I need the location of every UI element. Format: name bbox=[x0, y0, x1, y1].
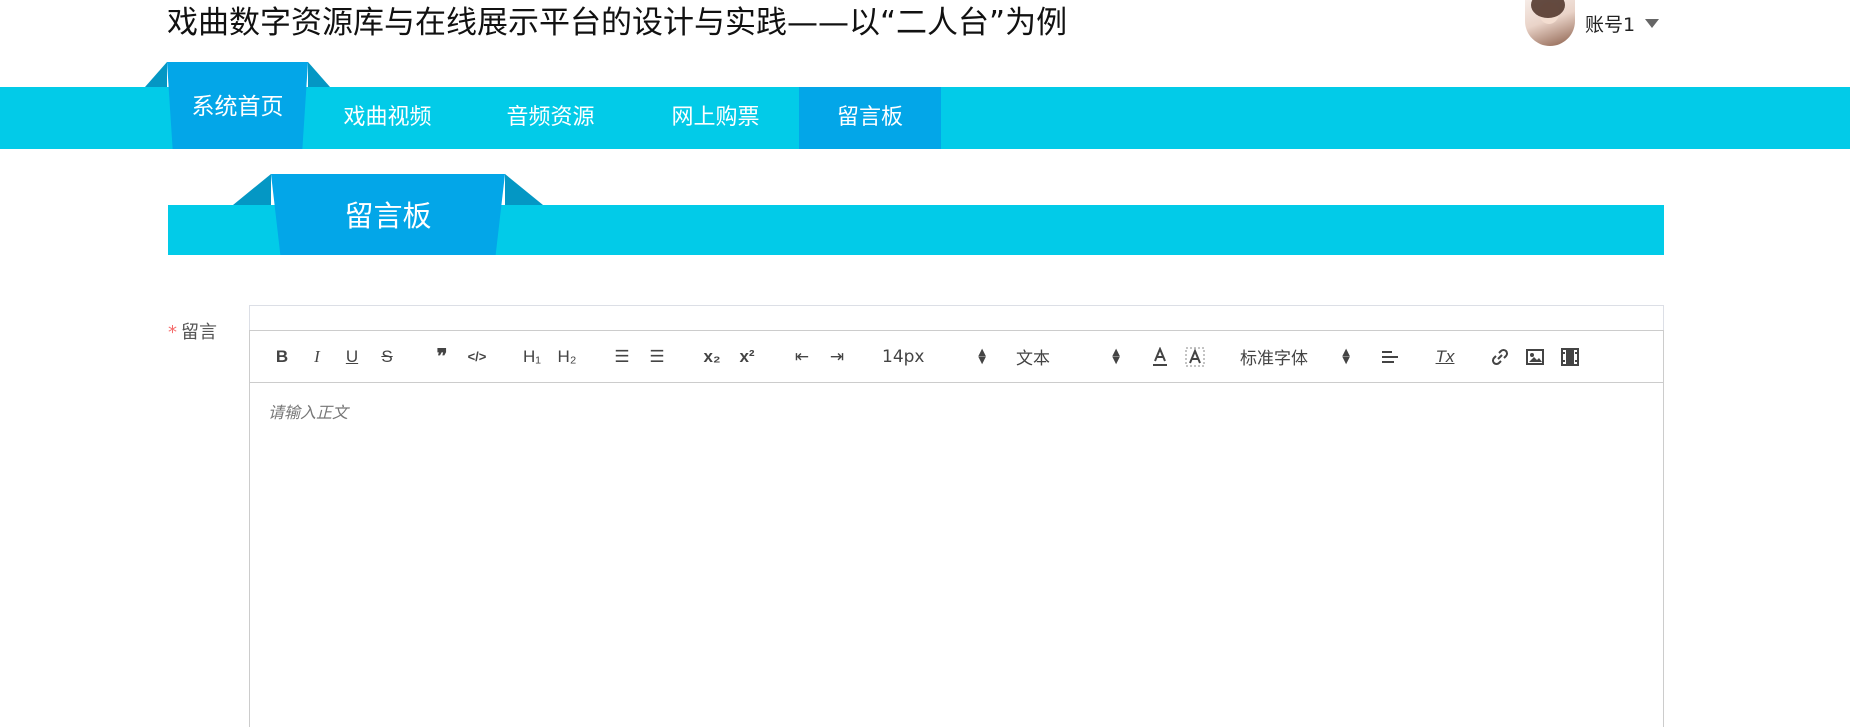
editor-top-border bbox=[249, 305, 1664, 331]
font-family-select[interactable]: 标准字体 ▲ ▼ bbox=[1236, 343, 1354, 371]
blockquote-button[interactable]: ❞ bbox=[428, 343, 456, 371]
nav-item-tickets[interactable]: 网上购票 bbox=[658, 87, 773, 149]
section-ribbon-right bbox=[505, 174, 543, 205]
select-arrows-icon: ▲ ▼ bbox=[1342, 346, 1350, 366]
user-name[interactable]: 账号1 bbox=[1585, 10, 1635, 37]
image-icon bbox=[1526, 348, 1544, 365]
video-icon bbox=[1561, 347, 1579, 366]
link-button[interactable] bbox=[1486, 343, 1514, 371]
user-menu[interactable]: 账号1 bbox=[1525, 0, 1660, 46]
align-button[interactable] bbox=[1376, 343, 1404, 371]
select-arrows-icon: ▲ ▼ bbox=[1112, 346, 1120, 366]
section-ribbon-left bbox=[233, 174, 271, 205]
site-title: 戏曲数字资源库与在线展示平台的设计与实践——以“二人台”为例 bbox=[167, 5, 1068, 41]
font-size-select[interactable]: 14px ▲ ▼ bbox=[878, 343, 990, 371]
align-left-icon bbox=[1382, 350, 1398, 363]
header-select[interactable]: 文本 ▲ ▼ bbox=[1012, 343, 1124, 371]
italic-button[interactable]: I bbox=[303, 343, 331, 371]
rich-text-editor: B I U S ❞ </> H₁ H₂ ☰ ☰ x₂ x² ⇤ ⇥ 14px ▲… bbox=[249, 330, 1664, 727]
required-mark: * bbox=[168, 322, 177, 343]
font-color-icon bbox=[1153, 346, 1167, 366]
underline-button[interactable]: U bbox=[338, 343, 366, 371]
avatar[interactable] bbox=[1525, 0, 1575, 46]
background-color-icon bbox=[1185, 347, 1205, 366]
editor-toolbar: B I U S ❞ </> H₁ H₂ ☰ ☰ x₂ x² ⇤ ⇥ 14px ▲… bbox=[250, 331, 1663, 383]
bold-button[interactable]: B bbox=[268, 343, 296, 371]
outdent-button[interactable]: ⇤ bbox=[788, 343, 816, 371]
h1-button[interactable]: H₁ bbox=[518, 343, 546, 371]
strike-button[interactable]: S bbox=[373, 343, 401, 371]
video-button[interactable] bbox=[1556, 343, 1584, 371]
indent-button[interactable]: ⇥ bbox=[823, 343, 851, 371]
editor-placeholder: 请输入正文 bbox=[268, 403, 349, 422]
page: 戏曲数字资源库与在线展示平台的设计与实践——以“二人台”为例 账号1 系统首页 … bbox=[0, 0, 1850, 727]
nav-item-message-board[interactable]: 留言板 bbox=[799, 87, 941, 149]
image-button[interactable] bbox=[1521, 343, 1549, 371]
nav-item-audio[interactable]: 音频资源 bbox=[493, 87, 608, 149]
clean-format-button[interactable]: Tx bbox=[1431, 343, 1459, 371]
nav-ribbon-right bbox=[308, 62, 330, 87]
superscript-button[interactable]: x² bbox=[733, 343, 761, 371]
code-button[interactable]: </> bbox=[463, 343, 491, 371]
header-value: 文本 bbox=[1016, 349, 1050, 369]
select-arrows-icon: ▲ ▼ bbox=[978, 346, 986, 366]
message-label: * 留言 bbox=[168, 318, 217, 344]
editor-content[interactable]: 请输入正文 bbox=[250, 383, 1663, 439]
font-size-value: 14px bbox=[882, 346, 925, 367]
ordered-list-button[interactable]: ☰ bbox=[608, 343, 636, 371]
message-label-text: 留言 bbox=[181, 322, 217, 343]
nav-home-wrapper: 系统首页 bbox=[145, 62, 330, 149]
link-icon bbox=[1491, 348, 1509, 365]
nav-item-opera-video[interactable]: 戏曲视频 bbox=[330, 87, 445, 149]
chevron-down-icon[interactable] bbox=[1645, 18, 1660, 28]
subscript-button[interactable]: x₂ bbox=[698, 343, 726, 371]
nav-ribbon-left bbox=[145, 62, 167, 87]
nav-item-home[interactable]: 系统首页 bbox=[167, 62, 308, 149]
font-family-value: 标准字体 bbox=[1240, 349, 1308, 369]
bullet-list-button[interactable]: ☰ bbox=[643, 343, 671, 371]
background-color-button[interactable] bbox=[1181, 343, 1209, 371]
h2-button[interactable]: H₂ bbox=[553, 343, 581, 371]
section-title: 留言板 bbox=[271, 174, 505, 255]
section-tab-wrapper: 留言板 bbox=[233, 174, 543, 255]
font-color-button[interactable] bbox=[1146, 343, 1174, 371]
